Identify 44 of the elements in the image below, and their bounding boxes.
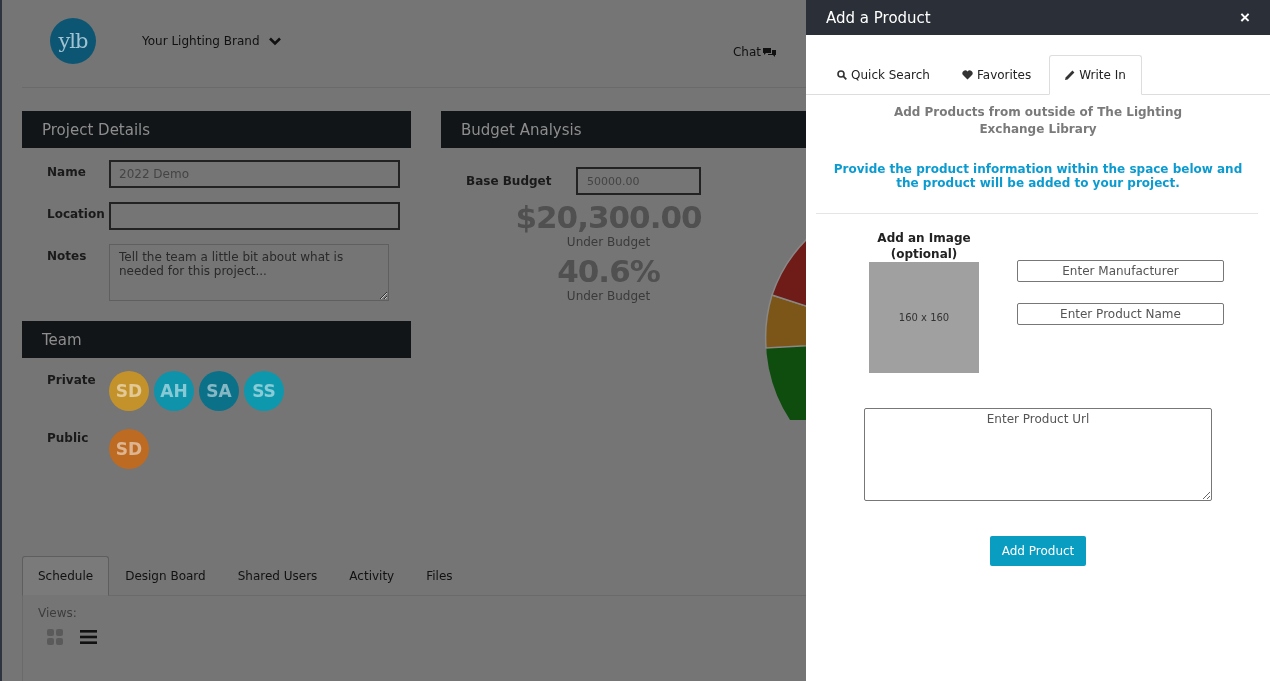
search-icon bbox=[837, 70, 847, 80]
manufacturer-field[interactable]: Enter Manufacturer bbox=[1017, 260, 1224, 282]
views-label: Views: bbox=[38, 606, 78, 620]
pencil-icon bbox=[1065, 70, 1076, 80]
section-header: Team bbox=[22, 321, 411, 358]
field-label: Name bbox=[47, 164, 87, 179]
chevron-down-icon[interactable] bbox=[268, 36, 281, 46]
drawer-title: Add a Product bbox=[826, 8, 931, 27]
brand-name[interactable]: Your Lighting Brand bbox=[142, 34, 260, 48]
section-header: Project Details bbox=[22, 111, 411, 148]
product-name-field[interactable]: Enter Product Name bbox=[1017, 303, 1224, 325]
field-label: Location bbox=[47, 206, 106, 221]
tab[interactable]: Activity bbox=[333, 556, 411, 596]
tab[interactable]: Write In bbox=[1049, 55, 1142, 95]
field-label: Notes bbox=[47, 248, 88, 263]
logo[interactable]: ylb bbox=[50, 18, 96, 64]
avatar[interactable]: SD bbox=[109, 429, 149, 469]
image-label: Add an Image (optional) bbox=[876, 230, 972, 262]
field-label: Base Budget bbox=[466, 174, 553, 188]
list-view-icon[interactable] bbox=[80, 630, 97, 644]
tab[interactable]: Favorites bbox=[946, 55, 1048, 95]
instruction-text: Provide the product information within the space below and the product will be added to your project. bbox=[833, 162, 1243, 190]
tab[interactable]: Quick Search bbox=[821, 55, 946, 95]
group-label: Public bbox=[47, 430, 90, 445]
avatar[interactable]: SA bbox=[199, 371, 239, 411]
add-product-button[interactable]: Add Product bbox=[989, 536, 1087, 566]
group-label: Private bbox=[47, 372, 97, 387]
tab[interactable]: Schedule bbox=[22, 556, 110, 596]
image-placeholder[interactable]: 160 x 160 bbox=[869, 262, 979, 373]
image-size-text: 160 x 160 bbox=[898, 312, 950, 323]
chat-bubbles-icon bbox=[763, 46, 776, 58]
budget-caption: Under Budget bbox=[566, 235, 651, 249]
intro-text: Add Products from outside of The Lighting Exchange Library bbox=[892, 104, 1184, 138]
tab[interactable]: Shared Users bbox=[221, 556, 334, 596]
chat-link[interactable]: Chat bbox=[732, 45, 761, 59]
section-header: Budget Analysis bbox=[441, 111, 806, 148]
location-field[interactable] bbox=[109, 202, 400, 230]
budget-caption: Under Budget bbox=[566, 289, 651, 303]
tab[interactable]: Files bbox=[410, 556, 469, 596]
close-button[interactable]: × bbox=[1240, 7, 1250, 28]
product-url-field[interactable]: Enter Product Url bbox=[864, 408, 1212, 501]
tab[interactable]: Design Board bbox=[109, 556, 222, 596]
heart-icon bbox=[962, 70, 973, 80]
notes-field[interactable]: Tell the team a little bit about what is needed for this project... bbox=[109, 244, 389, 301]
